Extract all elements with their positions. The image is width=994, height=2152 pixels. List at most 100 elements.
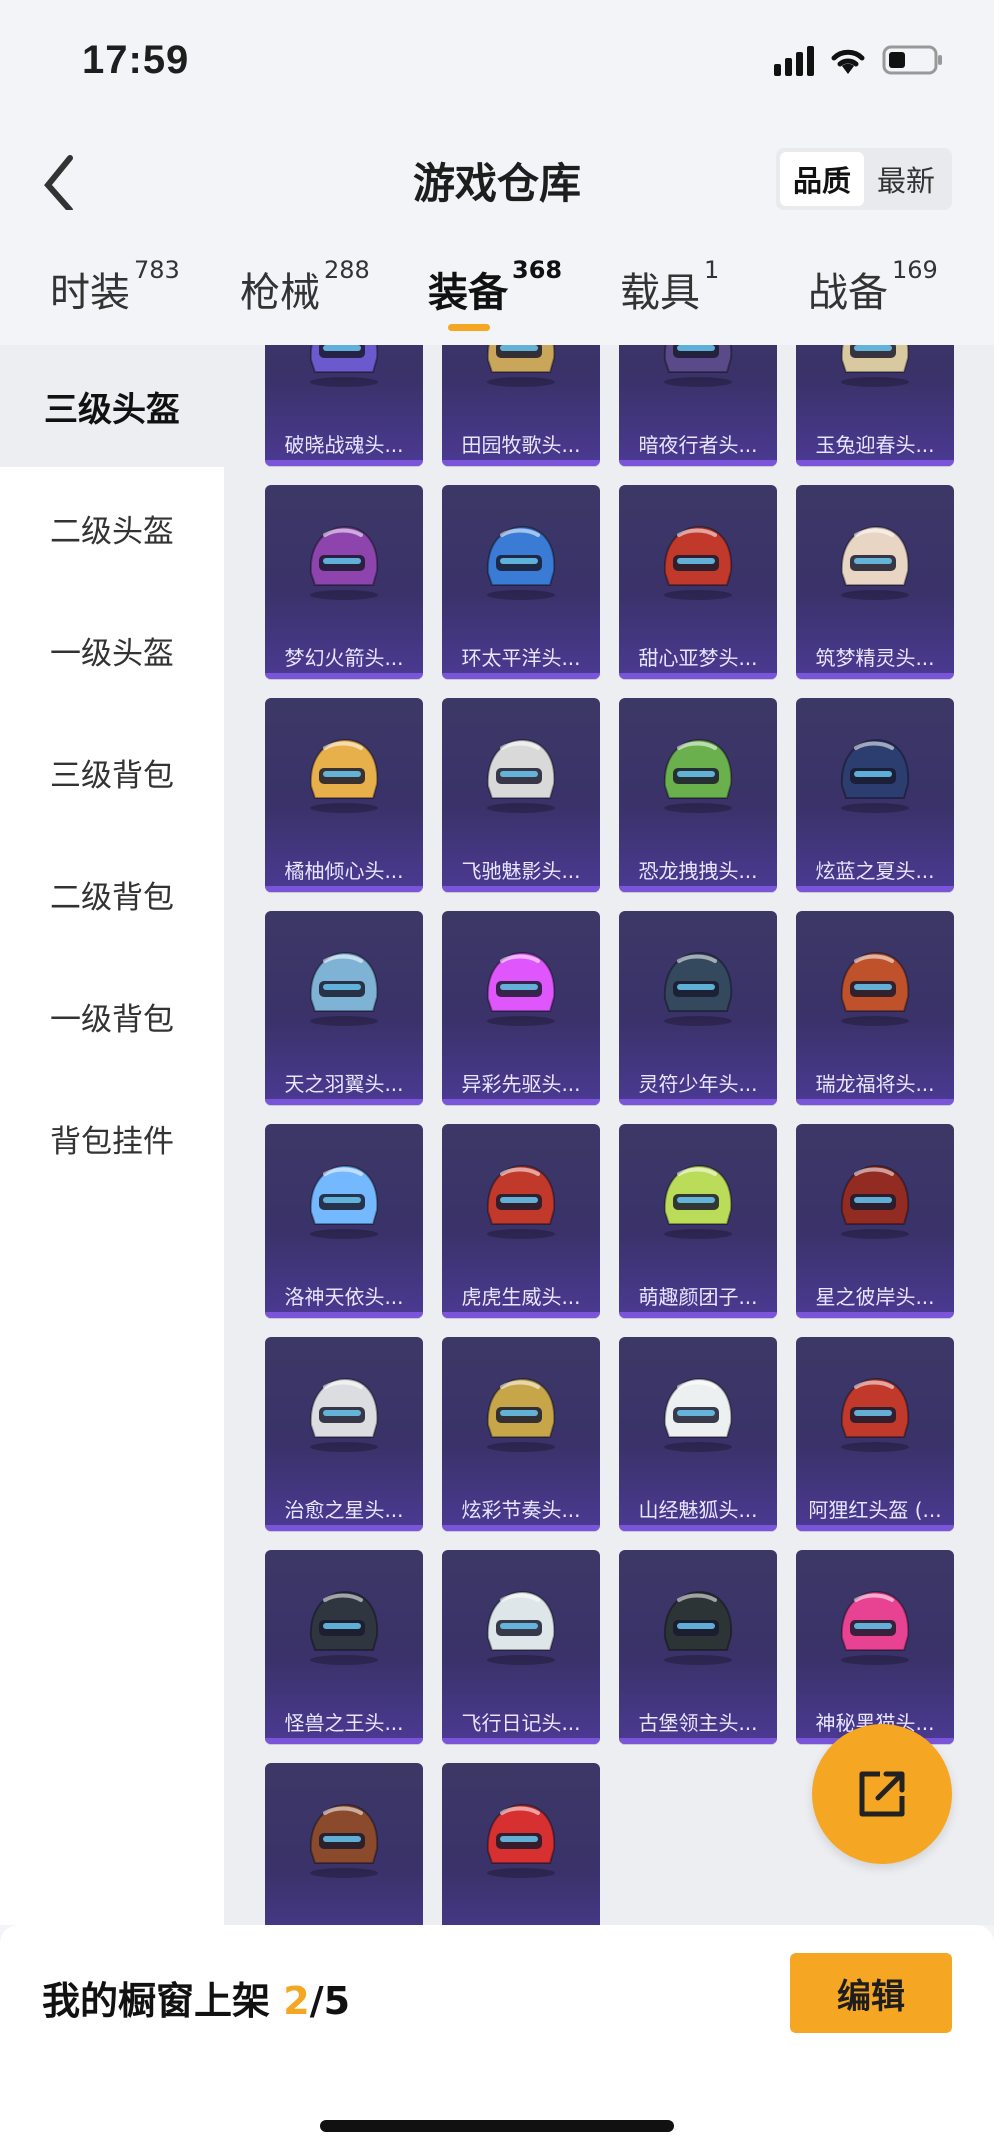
helmet-card[interactable]: 炫彩节奏头...: [442, 1337, 600, 1531]
helmet-card[interactable]: 梦幻火箭头...: [265, 485, 423, 679]
tab-equipment[interactable]: 装备 368: [428, 256, 562, 318]
helmet-icon: [309, 1590, 379, 1665]
helmet-icon: [663, 951, 733, 1026]
tab-count: 169: [892, 256, 938, 284]
edit-button[interactable]: 编辑: [790, 1953, 952, 2033]
helmet-card[interactable]: 阿狸红头盔 (...: [796, 1337, 954, 1531]
sidebar-list: 二级头盔 一级头盔 三级背包 二级背包 一级背包 背包挂件: [0, 467, 224, 1199]
helmet-icon: [840, 1164, 910, 1239]
cellular-signal-icon: [774, 44, 814, 76]
helmet-card[interactable]: 破晓战魂头...: [265, 345, 423, 466]
rarity-bar: [265, 1738, 423, 1744]
tab-label: 载具: [620, 270, 700, 316]
rarity-bar: [619, 886, 777, 892]
rarity-bar: [442, 460, 600, 466]
helmet-card[interactable]: 飞驰魅影头...: [442, 698, 600, 892]
helmet-card[interactable]: 拳皇97头盔...: [442, 1763, 600, 1925]
helmet-name: 天之羽翼头...: [284, 1072, 404, 1096]
helmet-name: 洛神天依头...: [284, 1285, 404, 1309]
sidebar-item-level2-helmet[interactable]: 二级头盔: [0, 467, 224, 589]
helmet-card[interactable]: 灵符少年头...: [619, 911, 777, 1105]
helmet-icon: [663, 345, 733, 387]
helmet-icon: [486, 1803, 556, 1878]
helmet-card[interactable]: 橘柚倾心头...: [265, 698, 423, 892]
tab-firearms[interactable]: 枪械 288: [240, 256, 370, 318]
helmet-name: 环太平洋头...: [461, 646, 581, 670]
helmet-card[interactable]: 瑞龙福将头...: [796, 911, 954, 1105]
helmet-card[interactable]: 神秘黑猫头...: [796, 1550, 954, 1744]
helmet-card[interactable]: 虎虎生威头...: [442, 1124, 600, 1318]
helmet-card[interactable]: 萌趣颜团子...: [619, 1124, 777, 1318]
helmet-name: 田园牧歌头...: [461, 433, 581, 457]
rarity-bar: [619, 460, 777, 466]
helmet-card[interactable]: 炫蓝之夏头...: [796, 698, 954, 892]
helmet-card[interactable]: 环太平洋头...: [442, 485, 600, 679]
wifi-icon: [831, 49, 865, 74]
helmet-card[interactable]: 星之彼岸头...: [796, 1124, 954, 1318]
status-time: 17:59: [82, 38, 190, 82]
helmet-card[interactable]: 飞行日记头...: [442, 1550, 600, 1744]
helmet-card[interactable]: 玉兔迎春头...: [796, 345, 954, 466]
helmet-card[interactable]: 古堡领主头...: [619, 1550, 777, 1744]
sidebar-item-level1-backpack[interactable]: 一级背包: [0, 955, 224, 1077]
rarity-bar: [442, 673, 600, 679]
battery-icon: [882, 45, 942, 75]
sidebar-item-level3-helmet[interactable]: 三级头盔: [0, 345, 224, 467]
helmet-card[interactable]: 恐龙拽拽头...: [619, 698, 777, 892]
rarity-bar: [796, 673, 954, 679]
rarity-bar: [619, 673, 777, 679]
rarity-bar: [265, 673, 423, 679]
sidebar: 三级头盔 二级头盔 一级头盔 三级背包 二级背包 一级背包 背包挂件: [0, 345, 224, 1925]
rarity-bar: [796, 1312, 954, 1318]
rarity-bar: [265, 886, 423, 892]
tab-vehicles[interactable]: 载具 1: [620, 256, 719, 318]
rarity-bar: [619, 1738, 777, 1744]
item-grid: 破晓战魂头... 田园牧歌头... 暗夜行者头... 玉兔迎春头... 梦幻火箭头...…: [224, 345, 994, 1925]
tab-fashion[interactable]: 时装 783: [50, 256, 180, 318]
share-button[interactable]: [812, 1724, 952, 1864]
helmet-name: 梦幻火箭头...: [284, 646, 404, 670]
helmet-name: 怪兽之王头...: [284, 1711, 404, 1735]
helmet-name: 炫彩节奏头...: [461, 1498, 581, 1522]
sort-option-quality[interactable]: 品质: [780, 152, 864, 206]
rarity-bar: [619, 1099, 777, 1105]
helmet-card[interactable]: 怪兽之王头...: [265, 1550, 423, 1744]
sidebar-item-level2-backpack[interactable]: 二级背包: [0, 833, 224, 955]
rarity-bar: [265, 1312, 423, 1318]
sidebar-item-level3-backpack[interactable]: 三级背包: [0, 711, 224, 833]
helmet-name: 暗夜行者头...: [638, 433, 758, 457]
sort-option-newest[interactable]: 最新: [864, 152, 948, 206]
helmet-name: 飞行日记头...: [461, 1711, 581, 1735]
helmet-icon: [840, 1377, 910, 1452]
helmet-name: 玉兔迎春头...: [815, 433, 935, 457]
showcase-total: /5: [309, 1979, 351, 2023]
showcase-label: 我的橱窗上架: [42, 1979, 271, 2023]
helmet-card[interactable]: 山经魅狐头...: [619, 1337, 777, 1531]
helmet-card[interactable]: 甜心亚梦头...: [619, 485, 777, 679]
tab-count: 288: [324, 256, 370, 284]
helmet-name: 古堡领主头...: [638, 1711, 758, 1735]
tab-count: 1: [704, 256, 720, 284]
helmet-card[interactable]: 筑梦精灵头...: [796, 485, 954, 679]
helmet-icon: [486, 1377, 556, 1452]
helmet-card[interactable]: 天之羽翼头...: [265, 911, 423, 1105]
rarity-bar: [442, 886, 600, 892]
helmet-card[interactable]: 治愈之星头...: [265, 1337, 423, 1531]
helmet-name: 筑梦精灵头...: [815, 646, 935, 670]
helmet-name: 恐龙拽拽头...: [638, 859, 758, 883]
sidebar-item-backpack-pendant[interactable]: 背包挂件: [0, 1077, 224, 1199]
rarity-bar: [442, 1099, 600, 1105]
tab-supplies[interactable]: 战备 169: [808, 256, 938, 318]
helmet-name: 瑞龙福将头...: [815, 1072, 935, 1096]
helmet-card[interactable]: 异彩先驱头...: [442, 911, 600, 1105]
home-indicator: [320, 2120, 674, 2132]
helmet-card[interactable]: 乘风破浪头...: [265, 1763, 423, 1925]
helmet-icon: [663, 1377, 733, 1452]
category-tabs: 时装 783 枪械 288 装备 368 载具 1 战备 169: [0, 250, 994, 345]
helmet-card[interactable]: 田园牧歌头...: [442, 345, 600, 466]
helmet-card[interactable]: 暗夜行者头...: [619, 345, 777, 466]
helmet-card[interactable]: 洛神天依头...: [265, 1124, 423, 1318]
sidebar-item-level1-helmet[interactable]: 一级头盔: [0, 589, 224, 711]
helmet-name: 治愈之星头...: [284, 1498, 404, 1522]
sort-toggle: 品质 最新: [776, 148, 952, 210]
